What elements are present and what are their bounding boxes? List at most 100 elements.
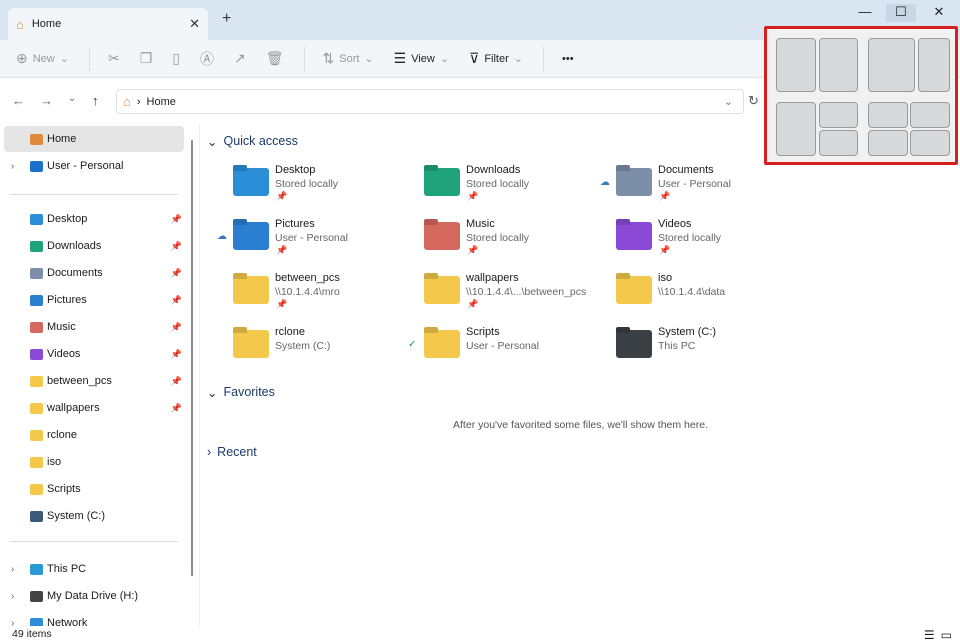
close-button[interactable]: ✕ (924, 4, 954, 22)
snap-layout-3-bottom-right[interactable] (819, 130, 858, 156)
item-name: Music (466, 218, 495, 230)
folder-icon (424, 330, 460, 358)
new-tab-button[interactable]: + (222, 10, 231, 28)
details-view-icon[interactable]: ☰ (924, 627, 935, 643)
breadcrumb-home[interactable]: Home (147, 96, 176, 108)
address-dropdown-icon[interactable]: ⌄ (724, 95, 733, 108)
view-button[interactable]: ☰ View ⌄ (394, 50, 449, 67)
videos-folder-icon (616, 222, 652, 250)
back-icon[interactable]: ← (12, 93, 25, 108)
pin-icon: 📌 (170, 321, 182, 332)
onedrive-icon (30, 160, 43, 172)
sidebar-item-label: Home (47, 133, 77, 145)
sidebar-item-label: wallpapers (47, 402, 100, 414)
item-name: Documents (658, 164, 714, 176)
snap-layout-4-top-left[interactable] (868, 102, 908, 128)
desktop-icon (30, 213, 43, 225)
quick-access-item[interactable]: ☁ Pictures User - Personal 📌 (217, 218, 423, 268)
sidebar-item-pictures[interactable]: Pictures 📌 (4, 287, 184, 313)
sidebar-item-scripts[interactable]: Scripts (4, 476, 184, 502)
section-quick-access[interactable]: ⌄ Quick access (207, 134, 298, 149)
section-recent[interactable]: › Recent (207, 445, 257, 459)
sidebar-item-label: My Data Drive (H:) (47, 590, 139, 602)
sidebar-item-label: Desktop (47, 213, 88, 225)
pin-icon: 📌 (276, 191, 288, 201)
snap-layout-1-right[interactable] (819, 38, 858, 92)
delete-button[interactable]: 🗑 (266, 50, 284, 67)
navigation-pane: Home › User - Personal Desktop 📌 Downloads 📌 Do… (0, 123, 200, 629)
snap-layout-2-left[interactable] (868, 38, 915, 92)
quick-access-item[interactable]: Music Stored locally 📌 (424, 218, 614, 268)
sort-button[interactable]: ⇅ Sort ⌄ (323, 50, 374, 67)
minimize-button[interactable]: — (850, 4, 880, 22)
pin-icon: 📌 (170, 240, 182, 251)
sidebar-item-videos[interactable]: Videos 📌 (4, 341, 184, 367)
quick-access-item[interactable]: System (C:) This PC (616, 326, 806, 376)
more-button[interactable]: ••• (562, 53, 574, 65)
sidebar-item-desktop[interactable]: Desktop 📌 (4, 206, 184, 232)
paste-button[interactable]: ▯ (172, 50, 180, 67)
item-name: Downloads (466, 164, 521, 176)
copy-button[interactable]: ❐ (140, 50, 153, 67)
quick-access-item[interactable]: rclone System (C:) (233, 326, 423, 376)
sidebar-item-system-c[interactable]: System (C:) (4, 503, 184, 529)
downloads-folder-icon (424, 168, 460, 196)
recent-chevron-icon[interactable]: ⌄ (68, 93, 76, 104)
refresh-icon[interactable]: ↻ (748, 93, 759, 109)
section-favorites[interactable]: ⌄ Favorites (207, 385, 275, 400)
quick-access-item[interactable]: iso \\10.1.4.4\data (616, 272, 806, 322)
home-icon: ⌂ (123, 94, 131, 109)
section-title: Favorites (223, 385, 275, 399)
expand-chevron-icon[interactable]: › (11, 564, 14, 575)
maximize-button[interactable]: ☐ (886, 4, 916, 22)
up-icon[interactable]: ↑ (92, 93, 99, 108)
rename-button[interactable]: Ⓐ (200, 49, 214, 69)
pin-icon: 📌 (170, 213, 182, 224)
cut-button[interactable]: ✂ (108, 50, 120, 67)
sidebar-item-iso[interactable]: iso (4, 449, 184, 475)
quick-access-item[interactable]: Desktop Stored locally 📌 (233, 164, 423, 214)
quick-access-item[interactable]: ☁ Documents User - Personal 📌 (600, 164, 806, 214)
snap-layout-4-top-right[interactable] (910, 102, 950, 128)
sidebar-item-user-personal[interactable]: › User - Personal (4, 153, 184, 179)
drive-icon (30, 510, 43, 522)
sidebar-item-rclone[interactable]: rclone (4, 422, 184, 448)
expand-chevron-icon[interactable]: › (11, 591, 14, 602)
sidebar-item-my-data-drive-h[interactable]: › My Data Drive (H:) (4, 583, 184, 609)
sidebar-item-documents[interactable]: Documents 📌 (4, 260, 184, 286)
snap-layout-4-bottom-right[interactable] (910, 130, 950, 156)
close-tab-icon[interactable]: ✕ (189, 16, 200, 32)
quick-access-item[interactable]: ✓ Scripts User - Personal (408, 326, 614, 376)
desktop-folder-icon (233, 168, 269, 196)
quick-access-item[interactable]: Videos Stored locally 📌 (616, 218, 806, 268)
snap-layout-3-left[interactable] (776, 102, 816, 156)
snap-layout-4-bottom-left[interactable] (868, 130, 908, 156)
pin-icon: 📌 (170, 402, 182, 413)
snap-layout-2-right[interactable] (918, 38, 950, 92)
view-label: View (411, 52, 435, 65)
sidebar-item-between-pcs[interactable]: between_pcs 📌 (4, 368, 184, 394)
sidebar-item-music[interactable]: Music 📌 (4, 314, 184, 340)
tiles-view-icon[interactable]: ▭ (941, 627, 952, 643)
sidebar-scrollbar[interactable] (191, 140, 193, 576)
item-name: iso (658, 272, 673, 284)
quick-access-item[interactable]: Downloads Stored locally 📌 (424, 164, 614, 214)
expand-chevron-icon[interactable]: › (11, 161, 14, 172)
sidebar-item-this-pc[interactable]: › This PC (4, 556, 184, 582)
sidebar-item-downloads[interactable]: Downloads 📌 (4, 233, 184, 259)
snap-layout-1-left[interactable] (776, 38, 816, 92)
music-folder-icon (424, 222, 460, 250)
new-label: New (32, 52, 55, 65)
tab-home[interactable]: ⌂ Home ✕ (8, 8, 208, 40)
forward-icon[interactable]: → (40, 93, 53, 108)
quick-access-item[interactable]: wallpapers \\10.1.4.4\...\between_pcs 📌 (424, 272, 614, 322)
filter-button[interactable]: ⊽ Filter ⌄ (469, 50, 523, 67)
new-button[interactable]: ⊕ New ⌄ (16, 50, 69, 67)
sidebar-item-home[interactable]: Home (4, 126, 184, 152)
snap-layout-3-top-right[interactable] (819, 102, 858, 128)
sidebar-item-wallpapers[interactable]: wallpapers 📌 (4, 395, 184, 421)
address-bar[interactable]: ⌂ › Home ⌄ (116, 89, 744, 114)
quick-access-item[interactable]: between_pcs \\10.1.4.4\mro 📌 (233, 272, 423, 322)
share-button[interactable]: ↗ (234, 50, 246, 67)
pictures-folder-icon (233, 222, 269, 250)
